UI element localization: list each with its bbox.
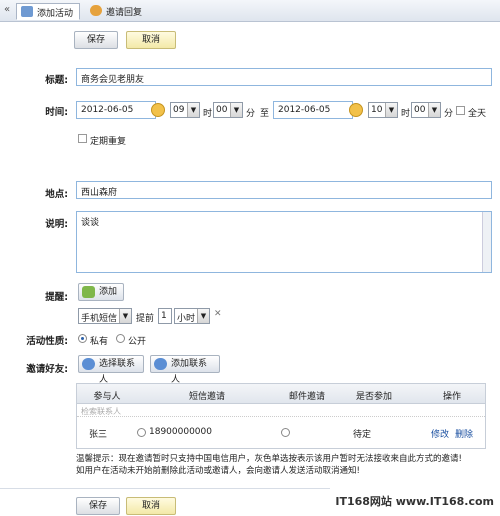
repeat-label: 定期重复 [90,137,127,147]
add-contact-label: 添加联系人 [171,359,208,385]
chevron-down-icon: ▼ [230,103,242,117]
attend-status: 待定 [353,430,372,440]
hour-unit: 时 [401,109,411,119]
column-header: 操作 [442,392,461,402]
tab-label: 添加活动 [37,9,74,19]
participant-name: 张三 [89,430,108,440]
advance-unit-select[interactable]: 小时 ▼ [174,308,210,324]
column-header: 短信邀请 [188,392,225,402]
add-reminder-label: 添加 [99,287,118,297]
start-date-input[interactable]: 2012-06-05 [76,101,156,119]
description-text: 谈谈 [81,218,100,228]
chevron-down-icon: ▼ [187,103,199,117]
invite-label: 邀请好友: [26,364,68,375]
reply-icon [90,5,102,16]
invite-table: 参与人 短信邀请 邮件邀请 是否参加 操作 检索联系人 张三 189000000… [76,383,486,449]
chevron-down-icon: ▼ [428,103,440,117]
calendar-icon[interactable] [151,103,165,117]
close-icon[interactable]: ✕ [214,309,222,319]
start-minute-value: 00 [216,105,228,115]
tab-label: 邀请回复 [106,8,143,18]
to-label: 至 [260,109,270,119]
add-reminder-button[interactable]: 添加 [78,283,124,301]
calendar-icon[interactable] [349,103,363,117]
table-header: 参与人 短信邀请 邮件邀请 是否参加 操作 [77,384,485,404]
select-contact-button[interactable]: 选择联系人 [78,355,144,385]
edit-link[interactable]: 修改 [431,427,449,440]
add-contact-button[interactable]: 添加联系人 [150,355,220,385]
advance-value-input[interactable]: 1 [158,308,172,324]
save-button-bottom[interactable]: 保存 [76,497,120,515]
end-minute-select[interactable]: 00 ▼ [411,102,441,118]
column-header: 邮件邀请 [288,392,325,402]
end-hour-select[interactable]: 10 ▼ [368,102,398,118]
tip-line-1: 温馨提示：现在邀请暂时只支持中国电信用户，灰色单选按表示该用户暂时无法接收来自此… [76,454,462,464]
delete-link[interactable]: 删除 [455,427,473,440]
location-label: 地点: [45,189,68,200]
time-label: 时间: [45,107,68,118]
public-label: 公开 [128,337,147,347]
cancel-button[interactable]: 取消 [126,31,176,49]
chevron-down-icon: ▼ [197,309,209,323]
all-day-label: 全天 [468,109,487,119]
description-textarea[interactable]: 谈谈 [76,211,492,273]
tip-line-2: 如用户在活动未开始前删除此活动或邀请人，会向邀请人发送活动取消通知! [76,466,360,476]
top-toolbar: 保存 取消 [0,26,500,52]
contact-filter-input[interactable]: 检索联系人 [81,406,121,417]
repeat-checkbox[interactable] [78,134,87,143]
save-button[interactable]: 保存 [74,31,118,49]
private-radio[interactable] [78,334,87,343]
table-row: 张三 18900000000 待定 修改 删除 [77,422,485,442]
title-label: 标题: [45,75,68,86]
contact-icon [82,358,95,370]
sms-invite-radio[interactable] [137,428,146,437]
advance-label: 提前 [136,314,155,324]
end-date-input[interactable]: 2012-06-05 [273,101,353,119]
private-label: 私有 [90,337,109,347]
tab-invite-reply[interactable]: 邀请回复 [86,3,156,20]
reminder-label: 提醒: [45,292,68,303]
minute-unit: 分 [444,109,454,119]
start-hour-select[interactable]: 09 ▼ [170,102,200,118]
all-day-checkbox[interactable] [456,106,465,115]
reminder-type-value: 手机短信 [81,314,118,324]
contact-filter-row[interactable]: 检索联系人 [77,405,485,417]
title-input[interactable]: 商务会见老朋友 [76,68,492,86]
description-label: 说明: [45,219,68,230]
nature-label: 活动性质: [26,336,68,347]
participant-phone: 18900000000 [149,427,212,437]
back-icon[interactable]: « [4,4,10,15]
add-icon [82,286,95,298]
start-hour-value: 09 [173,105,185,115]
hour-unit: 时 [203,109,213,119]
tab-bar: « 添加活动 邀请回复 [0,0,500,22]
location-input[interactable]: 西山森府 [76,181,492,199]
end-minute-value: 00 [414,105,426,115]
tab-add-activity[interactable]: 添加活动 [16,3,80,20]
chevron-down-icon: ▼ [119,309,131,323]
minute-unit: 分 [246,109,256,119]
column-header: 是否参加 [355,392,392,402]
start-minute-select[interactable]: 00 ▼ [213,102,243,118]
calendar-icon [21,6,33,17]
bottom-toolbar: 保存 取消 [0,488,330,515]
add-contact-icon [154,358,167,370]
column-header: 参与人 [93,392,121,402]
watermark: IT168网站 www.IT168.com [335,495,494,508]
email-invite-radio[interactable] [281,428,290,437]
end-hour-value: 10 [371,105,383,115]
advance-unit-value: 小时 [177,314,196,324]
chevron-down-icon: ▼ [385,103,397,117]
cancel-button-bottom[interactable]: 取消 [126,497,176,515]
public-radio[interactable] [116,334,125,343]
select-contact-label: 选择联系人 [99,359,136,385]
reminder-type-select[interactable]: 手机短信 ▼ [78,308,132,324]
textarea-scrollbar[interactable] [482,212,491,272]
